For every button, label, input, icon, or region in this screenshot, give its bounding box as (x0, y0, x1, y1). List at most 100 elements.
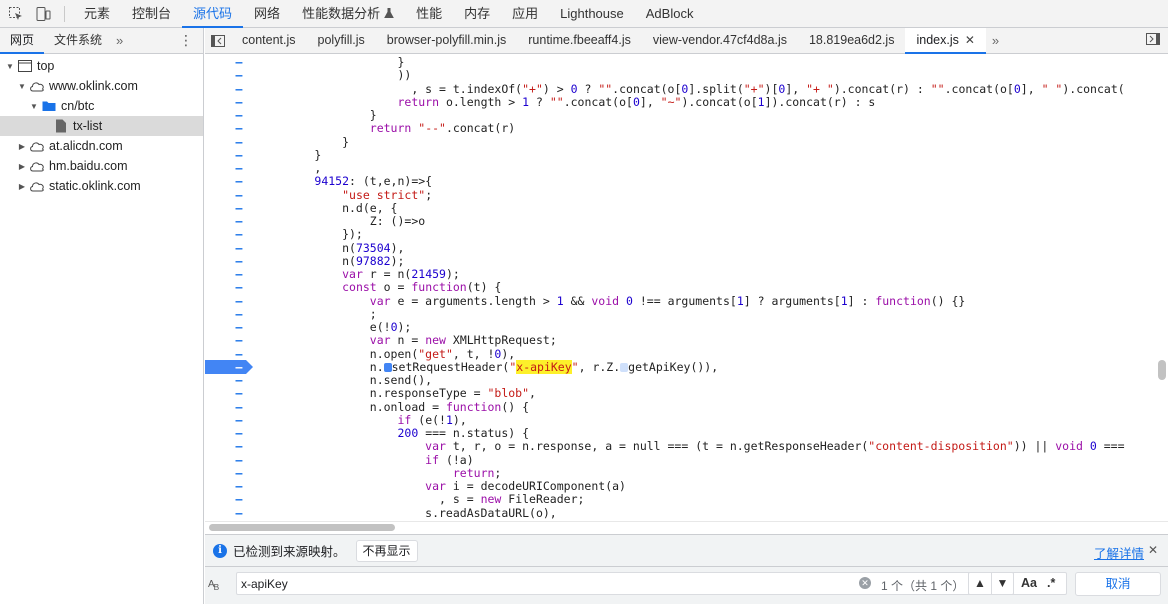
panel-tab-8[interactable]: Lighthouse (549, 0, 635, 28)
gutter-marker[interactable]: – (235, 374, 243, 387)
code-line: – return o.length > 1 ? "".concat(o[0], … (205, 95, 1168, 109)
expanded-triangle-icon[interactable]: ▼ (28, 102, 40, 111)
gutter-marker[interactable]: – (235, 162, 243, 175)
code-line: – 94152: (t,e,n)=>{ (205, 175, 1168, 188)
tree-item[interactable]: tx-list (0, 116, 203, 136)
clear-search-icon[interactable]: ✕ (859, 577, 871, 589)
regex-toggle[interactable]: .* (1047, 576, 1055, 590)
sidebar-tab-0[interactable]: 网页 (0, 28, 45, 54)
cancel-search-button[interactable]: 取消 (1075, 572, 1161, 596)
gutter-marker[interactable]: – (235, 69, 243, 82)
dont-show-again-button[interactable]: 不再显示 (355, 539, 418, 562)
gutter-marker[interactable]: – (235, 148, 243, 162)
gutter-marker[interactable]: – (235, 427, 243, 440)
learn-more-link[interactable]: 了解详情 (1094, 543, 1144, 562)
expanded-triangle-icon[interactable]: ▼ (4, 62, 16, 71)
close-icon[interactable]: ✕ (1148, 543, 1158, 557)
gutter-marker[interactable]: – (235, 493, 243, 506)
gutter-marker[interactable]: – (235, 387, 243, 400)
tree-item[interactable]: ▶ at.alicdn.com (0, 136, 203, 156)
toggle-navigator-icon[interactable] (205, 28, 231, 54)
gutter-marker[interactable]: – (235, 82, 243, 96)
gutter-marker[interactable]: – (235, 109, 243, 122)
breakpoint-location-icon[interactable] (383, 362, 392, 372)
editor-tab-6[interactable]: index.js ✕ (905, 27, 986, 54)
gutter-marker[interactable]: – (235, 400, 243, 414)
editor-tab-5[interactable]: 18.819ea6d2.js (798, 28, 906, 54)
gutter-marker[interactable]: – (235, 294, 243, 308)
replace-toggle-icon[interactable]: AB (208, 579, 219, 592)
code-line: – n.d(e, { (205, 201, 1168, 215)
horizontal-scrollbar[interactable] (209, 524, 395, 531)
panel-tab-3[interactable]: 网络 (243, 0, 291, 28)
gutter-marker[interactable]: – (235, 241, 243, 255)
inspect-element-icon[interactable] (5, 3, 27, 25)
tree-item[interactable]: ▼ cn/btc (0, 96, 203, 116)
code-text: var r = n(21459); (342, 267, 460, 281)
device-toolbar-icon[interactable] (32, 3, 54, 25)
toggle-debugger-icon[interactable] (1146, 33, 1160, 48)
collapsed-triangle-icon[interactable]: ▶ (16, 182, 28, 191)
collapsed-triangle-icon[interactable]: ▶ (16, 142, 28, 151)
gutter-marker[interactable]: – (235, 506, 243, 520)
gutter-marker[interactable]: – (235, 440, 243, 453)
panel-tab-6[interactable]: 内存 (453, 0, 501, 28)
info-icon: i (213, 543, 227, 558)
gutter-marker[interactable]: – (235, 188, 243, 202)
gutter-marker[interactable]: – (235, 228, 243, 241)
panel-tab-2[interactable]: 源代码 (182, 0, 244, 28)
tree-item[interactable]: ▼ top (0, 56, 203, 76)
more-editor-tabs-chevron-icon[interactable]: » (986, 33, 1005, 48)
sidebar-tab-1[interactable]: 文件系统 (44, 28, 112, 54)
tree-item[interactable]: ▶ static.oklink.com (0, 176, 203, 196)
editor-tab-4[interactable]: view-vendor.47cf4d8a.js (642, 28, 798, 54)
code-editor[interactable]: – } – )) – , s = t.indexOf("+") > 0 ? "".c… (205, 55, 1168, 521)
gutter-marker[interactable]: – (235, 281, 243, 294)
code-line: – if (e(!1), (205, 413, 1168, 427)
more-tabs-chevron-icon[interactable]: » (112, 33, 123, 48)
gutter-marker[interactable]: – (235, 480, 243, 493)
gutter-marker[interactable]: – (235, 360, 243, 374)
gutter-marker[interactable]: – (235, 334, 243, 347)
match-count: 1 个（共 1 个） (881, 579, 965, 593)
editor-tab-1[interactable]: polyfill.js (307, 28, 376, 54)
gutter-marker[interactable]: – (235, 321, 243, 334)
panel-tab-5[interactable]: 性能 (405, 0, 453, 28)
code-text: n.onload = function() { (259, 399, 530, 414)
gutter-marker[interactable]: – (235, 254, 243, 268)
gutter-marker[interactable]: – (235, 307, 243, 321)
code-text: 200 === n.status) { (397, 426, 530, 440)
inline-breakpoint-icon[interactable] (620, 362, 629, 372)
expanded-triangle-icon[interactable]: ▼ (16, 82, 28, 91)
more-options-icon[interactable]: ⋮ (179, 32, 193, 48)
gutter-marker[interactable]: – (235, 122, 243, 135)
tree-item[interactable]: ▼ www.oklink.com (0, 76, 203, 96)
panel-tab-7[interactable]: 应用 (501, 0, 549, 28)
gutter-marker[interactable]: – (235, 268, 243, 281)
vertical-scrollbar[interactable] (1158, 360, 1166, 380)
next-match-icon[interactable]: ▼ (991, 573, 1013, 594)
gutter-marker[interactable]: – (235, 466, 243, 480)
gutter-marker[interactable]: – (235, 347, 243, 361)
editor-tab-3[interactable]: runtime.fbeeaff4.js (517, 28, 642, 54)
gutter-marker[interactable]: – (235, 201, 243, 215)
panel-tab-9[interactable]: AdBlock (635, 0, 705, 28)
code-line: – var i = decodeURIComponent(a) (205, 480, 1168, 493)
previous-match-icon[interactable]: ▲ (969, 573, 991, 594)
gutter-marker[interactable]: – (235, 453, 243, 467)
gutter-marker[interactable]: – (235, 56, 243, 69)
gutter-marker[interactable]: – (235, 413, 243, 427)
gutter-marker[interactable]: – (235, 175, 243, 188)
editor-tab-2[interactable]: browser-polyfill.min.js (376, 28, 517, 54)
collapsed-triangle-icon[interactable]: ▶ (16, 162, 28, 171)
editor-tab-0[interactable]: content.js (231, 28, 307, 54)
panel-tab-0[interactable]: 元素 (73, 0, 121, 28)
panel-tab-4[interactable]: 性能数据分析 (291, 0, 405, 28)
close-tab-icon[interactable]: ✕ (965, 33, 975, 47)
gutter-marker[interactable]: – (235, 135, 243, 149)
panel-tab-1[interactable]: 控制台 (121, 0, 182, 28)
gutter-marker[interactable]: – (235, 95, 243, 109)
tree-item[interactable]: ▶ hm.baidu.com (0, 156, 203, 176)
match-case-toggle[interactable]: Aa (1021, 576, 1037, 590)
gutter-marker[interactable]: – (235, 215, 243, 228)
